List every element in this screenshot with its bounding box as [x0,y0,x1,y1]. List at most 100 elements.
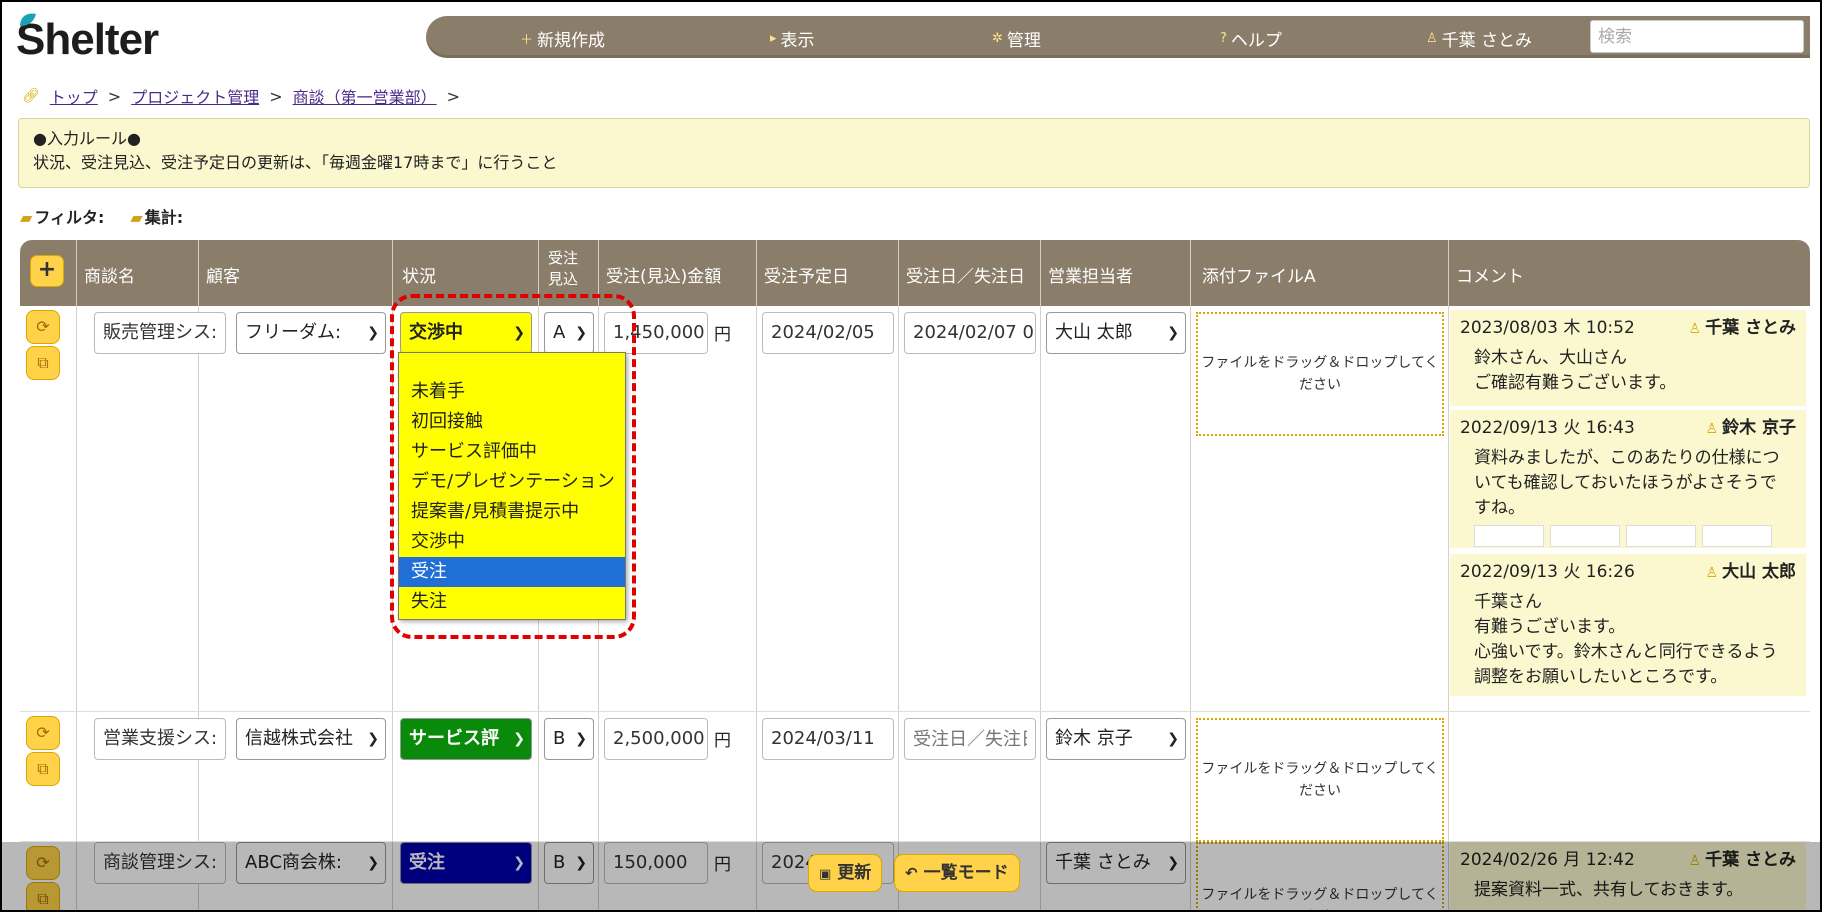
table-row: ⟳ ⧉ 販売管理シス: フリーダム: ❯ 交渉中 ❯ A ❯ 1,450,000 円 … [20,306,1810,712]
planned-date-input[interactable]: 2024/02/05 [762,312,894,354]
comment-user-name: 鈴木 京子 [1722,418,1796,438]
comment-date: 2023/08/03 木 10:52 [1460,318,1635,338]
breadcrumb-sep: > [446,86,461,106]
attachment-dropzone[interactable]: ファイルをドラッグ＆ドロップしてください [1196,718,1444,842]
update-button[interactable]: ▣ 更新 [808,854,883,892]
chevron-down-icon: ❯ [1165,719,1179,759]
refresh-row-icon[interactable]: ⟳ [26,716,60,750]
col-closed-date[interactable]: 受注日／失注日 [906,262,1025,287]
update-label: 更新 [837,863,872,883]
closed-date-input[interactable] [904,718,1036,760]
rules-title: ●入力ルール● [33,129,141,148]
currency-label: 円 [714,325,731,345]
planned-date-input[interactable]: 2024/03/11 [762,718,894,760]
status-select[interactable]: サービス評 ❯ [400,718,532,760]
probability-select[interactable]: B ❯ [544,718,594,760]
nav-user[interactable]: ♙ 千葉 さとみ [1426,26,1532,51]
breadcrumb-project[interactable]: プロジェクト管理 [131,84,259,108]
comment-user-name: 千葉 さとみ [1705,318,1796,338]
customer-select[interactable]: 信越株式会社 ❯ [236,718,386,760]
comment-user: ♙ 大山 太郎 [1706,560,1796,586]
user-icon: ♙ [1688,321,1702,337]
customer-value: 信越株式会社 [245,728,353,749]
nav-view-label: 表示 [780,31,815,51]
shelter-logo[interactable]: Shelter [16,13,159,62]
copy-row-icon[interactable]: ⧉ [26,752,60,786]
comment-card: 2022/09/13 火 16:26 ♙ 大山 太郎 千葉さん 有難うございます。 心強… [1450,554,1806,696]
plus-icon: ＋ [520,33,534,48]
search-input[interactable] [1590,20,1804,53]
breadcrumb-sep: > [269,86,283,106]
gear-icon: ✲ [992,31,1003,46]
nav-new[interactable]: ＋新規作成 [520,26,605,51]
attachment-dropzone[interactable]: ファイルをドラッグ＆ドロップしてください [1196,312,1444,436]
col-probability[interactable]: 受注 見込 [548,248,578,290]
toolbar: ▰ フィルタ: ▰ 集計: [20,204,183,228]
filter-label: フィルタ: [34,208,105,227]
status-value: サービス評 [409,728,499,749]
nav-view[interactable]: ▸ 表示 [770,26,815,51]
owner-value: 鈴木 京子 [1055,728,1133,749]
add-row-button[interactable]: + [30,255,64,287]
chevron-down-icon: ❯ [365,719,379,759]
comment-user-name: 大山 太郎 [1722,562,1796,582]
col-attachment[interactable]: 添付ファイルA [1202,262,1316,287]
comment-line: すね。 [1474,498,1525,518]
triangle-right-icon: ▸ [770,31,777,46]
owner-value: 大山 太郎 [1055,322,1133,343]
owner-select[interactable]: 大山 太郎 ❯ [1046,312,1186,354]
save-icon: ▣ [819,867,832,882]
chevron-down-icon: ❯ [573,719,587,759]
main-nav: ＋新規作成 ▸ 表示 ✲ 管理 ? ヘルプ ♙ 千葉 さとみ [426,16,1810,58]
breadcrumb-sep: > [107,86,122,106]
col-amount[interactable]: 受注(見込)金額 [606,262,721,287]
comment-user: ♙ 鈴木 京子 [1706,416,1796,442]
comment-line: 資料みましたが、このあたりの仕様につ [1474,448,1780,468]
filter-toggle[interactable]: ▰ フィルタ: [20,204,104,228]
comment-line: 有難うございます。 [1474,617,1626,637]
col-prob-line1: 受注 [548,249,579,267]
thumbnail[interactable] [1474,525,1544,547]
comment-date: 2022/09/13 火 16:26 [1460,562,1635,582]
breadcrumb-deals[interactable]: 商談（第一営業部） [293,84,437,108]
copy-row-icon[interactable]: ⧉ [26,346,60,380]
comment-line: ご確認有難うございます。 [1474,373,1677,393]
closed-date-input[interactable]: 2024/02/07 0( [904,312,1036,354]
thumbnail[interactable] [1702,525,1772,547]
list-mode-button[interactable]: ↶ 一覧モード [894,854,1020,892]
user-icon: ♙ [1705,565,1719,581]
question-icon: ? [1220,31,1227,46]
thumbnail[interactable] [1626,525,1696,547]
summary-toggle[interactable]: ▰ 集計: [130,204,183,228]
folder-open-icon: ▰ [20,208,33,227]
breadcrumb-top[interactable]: トップ [50,84,98,108]
col-status[interactable]: 状況 [402,262,436,287]
amount-input[interactable]: 2,500,000 [604,718,708,760]
link-icon: 🔗︎ [22,88,40,104]
col-planned-date[interactable]: 受注予定日 [764,262,849,287]
chevron-down-icon: ❯ [1165,313,1179,353]
col-owner[interactable]: 営業担当者 [1048,262,1133,287]
deal-name-input[interactable]: 営業支援シス: [94,718,226,760]
comment-card: 2023/08/03 木 10:52 ♙ 千葉 さとみ 鈴木さん、大山さん ご確認有難… [1450,310,1806,406]
nav-help[interactable]: ? ヘルプ [1220,26,1282,51]
logo-leaf-icon [20,13,36,26]
table-row: ⟳ ⧉ 営業支援シス: 信越株式会社 ❯ サービス評 ❯ B ❯ 2,500,000 … [20,712,1810,842]
chevron-down-icon: ❯ [511,719,525,759]
input-rules-notice: ●入力ルール● 状況、受注見込、受注予定日の更新は、「毎週金曜17時まで」に行う… [18,118,1810,188]
col-deal-name[interactable]: 商談名 [84,262,135,287]
thumbnail[interactable] [1550,525,1620,547]
refresh-row-icon[interactable]: ⟳ [26,310,60,344]
currency-label: 円 [714,731,731,751]
deal-name-input[interactable]: 販売管理シス: [94,312,226,354]
col-customer[interactable]: 顧客 [206,262,240,287]
owner-select[interactable]: 鈴木 京子 ❯ [1046,718,1186,760]
customer-select[interactable]: フリーダム: ❯ [236,312,386,354]
deals-table: + 商談名 顧客 状況 受注 見込 受注(見込)金額 受注予定日 受注日／失注日 … [20,240,1810,910]
nav-admin[interactable]: ✲ 管理 [992,26,1041,51]
comment-user: ♙ 千葉 さとみ [1689,316,1796,342]
chevron-down-icon: ❯ [365,313,379,353]
col-comment[interactable]: コメント [1456,262,1524,287]
summary-label: 集計: [144,208,184,227]
table-header: + 商談名 顧客 状況 受注 見込 受注(見込)金額 受注予定日 受注日／失注日 … [20,240,1810,306]
